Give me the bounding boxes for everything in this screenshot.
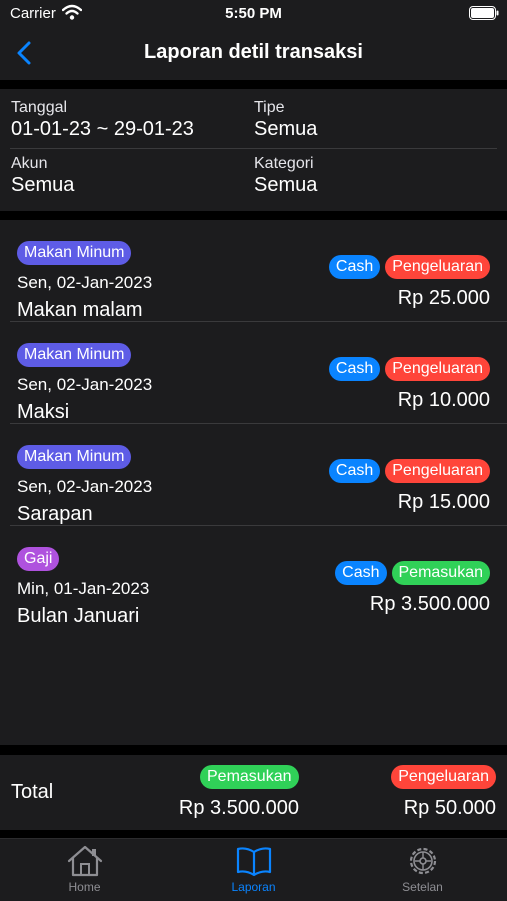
page-title: Laporan detil transaksi bbox=[144, 41, 363, 63]
navigation-bar: Laporan detil transaksi bbox=[0, 28, 507, 80]
house-icon bbox=[67, 845, 102, 877]
account-badge: Cash bbox=[328, 357, 381, 381]
transaction-row[interactable]: Makan Minum Sen, 02-Jan-2023 Makan malam… bbox=[0, 220, 507, 322]
filter-tanggal[interactable]: Tanggal 01-01-23 ~ 29-01-23 bbox=[11, 99, 194, 141]
expense-badge: Pengeluaran bbox=[391, 765, 496, 789]
transaction-description: Maksi bbox=[17, 401, 70, 423]
tab-bar: Home Laporan Setelan bbox=[0, 838, 507, 901]
category-badge: Makan Minum bbox=[17, 241, 132, 265]
transaction-date: Sen, 02-Jan-2023 bbox=[17, 273, 153, 292]
transaction-badges: Cash Pengeluaran bbox=[328, 459, 490, 483]
filter-kategori-label: Kategori bbox=[254, 155, 314, 172]
filter-tanggal-label: Tanggal bbox=[11, 99, 68, 116]
type-badge: Pengeluaran bbox=[385, 255, 490, 279]
tab-setelan-label: Setelan bbox=[402, 880, 443, 894]
tab-laporan[interactable]: Laporan bbox=[169, 839, 338, 901]
book-icon bbox=[236, 847, 271, 877]
total-summary: Total Pemasukan Rp 3.500.000 Pengeluaran… bbox=[0, 755, 507, 830]
transaction-amount: Rp 25.000 bbox=[397, 287, 490, 309]
transaction-badges: Cash Pengeluaran bbox=[328, 357, 490, 381]
income-badge: Pemasukan bbox=[200, 765, 299, 789]
transaction-description: Sarapan bbox=[17, 503, 93, 525]
transaction-row[interactable]: Makan Minum Sen, 02-Jan-2023 Sarapan Cas… bbox=[0, 424, 507, 526]
transaction-row[interactable]: Gaji Min, 01-Jan-2023 Bulan Januari Cash… bbox=[0, 526, 507, 628]
transaction-list[interactable]: Makan Minum Sen, 02-Jan-2023 Makan malam… bbox=[0, 220, 507, 745]
filter-tipe-label: Tipe bbox=[254, 99, 285, 116]
tab-setelan[interactable]: Setelan bbox=[338, 839, 507, 901]
tab-home-label: Home bbox=[68, 880, 101, 894]
account-badge: Cash bbox=[335, 561, 387, 585]
transaction-amount: Rp 15.000 bbox=[397, 491, 490, 513]
transaction-description: Bulan Januari bbox=[17, 605, 140, 627]
type-badge: Pengeluaran bbox=[385, 459, 490, 483]
category-badge: Gaji bbox=[17, 547, 60, 571]
type-badge: Pemasukan bbox=[391, 561, 490, 585]
filter-kategori[interactable]: Kategori Semua bbox=[254, 155, 317, 197]
clock: 5:50 PM bbox=[225, 5, 282, 22]
income-total: Rp 3.500.000 bbox=[178, 797, 299, 819]
tab-laporan-label: Laporan bbox=[231, 880, 276, 894]
transaction-amount: Rp 10.000 bbox=[397, 389, 490, 411]
filter-divider bbox=[10, 148, 497, 149]
status-bar: Carrier 5:50 PM bbox=[0, 0, 507, 28]
transaction-date: Sen, 02-Jan-2023 bbox=[17, 477, 153, 496]
transaction-date: Sen, 02-Jan-2023 bbox=[17, 375, 153, 394]
filter-tipe[interactable]: Tipe Semua bbox=[254, 99, 317, 141]
filter-akun[interactable]: Akun Semua bbox=[11, 155, 74, 197]
transaction-description: Makan malam bbox=[17, 299, 143, 321]
total-label: Total bbox=[11, 781, 54, 803]
transaction-badges: Cash Pengeluaran bbox=[328, 255, 490, 279]
transaction-badges: Cash Pemasukan bbox=[335, 561, 490, 585]
filter-akun-label: Akun bbox=[11, 155, 48, 172]
filter-tanggal-value: 01-01-23 ~ 29-01-23 bbox=[11, 118, 194, 140]
transaction-amount: Rp 3.500.000 bbox=[369, 593, 490, 615]
account-badge: Cash bbox=[328, 255, 381, 279]
transaction-date: Min, 01-Jan-2023 bbox=[17, 579, 150, 598]
battery-icon bbox=[469, 6, 499, 20]
filter-panel: Tanggal 01-01-23 ~ 29-01-23 Tipe Semua A… bbox=[0, 89, 507, 211]
account-badge: Cash bbox=[328, 459, 381, 483]
filter-akun-value: Semua bbox=[11, 174, 75, 196]
category-badge: Makan Minum bbox=[17, 445, 132, 469]
category-badge: Makan Minum bbox=[17, 343, 132, 367]
filter-tipe-value: Semua bbox=[254, 118, 318, 140]
gear-icon bbox=[409, 847, 436, 875]
expense-total: Rp 50.000 bbox=[403, 797, 496, 819]
tab-home[interactable]: Home bbox=[0, 839, 169, 901]
filter-kategori-value: Semua bbox=[254, 174, 318, 196]
transaction-row[interactable]: Makan Minum Sen, 02-Jan-2023 Maksi Cash … bbox=[0, 322, 507, 424]
type-badge: Pengeluaran bbox=[385, 357, 490, 381]
